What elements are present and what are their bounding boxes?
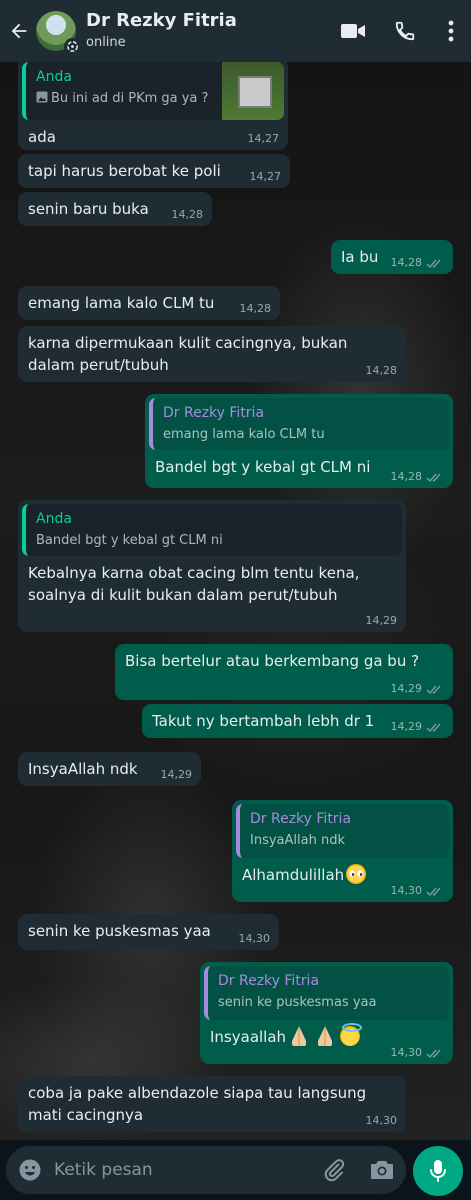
quoted-message[interactable]: Anda Bandel bgt y kebal gt CLM ni	[22, 504, 402, 556]
message-list[interactable]: Anda Bu ini ad di PKm ga ya ? ada 14,27 …	[0, 0, 471, 1140]
quoted-message[interactable]: Dr Rezky Fitria InsyaAllah ndk	[236, 804, 449, 858]
contact-status: online	[86, 35, 126, 50]
message-bubble-outgoing[interactable]: Takut ny bertambah lebh dr 1 14,29	[142, 704, 453, 738]
message-text: karna dipermukaan kulit cacingnya, bukan…	[28, 334, 348, 374]
message-bubble-incoming[interactable]: Anda Bu ini ad di PKm ga ya ? ada 14,27	[18, 58, 288, 150]
attach-button[interactable]	[310, 1146, 358, 1194]
message-text: Kebalnya karna obat cacing blm tentu ken…	[28, 564, 360, 604]
message-time: 14,30	[238, 932, 271, 945]
emoji-button[interactable]	[6, 1146, 54, 1194]
message-text: ada	[28, 128, 56, 146]
message-time: 14,28	[365, 364, 398, 377]
quote-author: Anda	[36, 69, 72, 85]
message-text: Takut ny bertambah lebh dr 1	[152, 712, 375, 730]
message-bubble-incoming[interactable]: senin baru buka 14,28	[18, 192, 212, 226]
video-call-button[interactable]	[327, 0, 379, 62]
message-text: coba ja pake albendazole siapa tau langs…	[28, 1084, 367, 1124]
quote-text: Bandel bgt y kebal gt CLM ni	[36, 533, 223, 548]
back-arrow-icon	[11, 23, 27, 39]
photo-icon	[36, 91, 48, 103]
message-bubble-outgoing[interactable]: Ia bu 14,28	[331, 240, 453, 274]
video-call-icon	[341, 24, 365, 38]
emoji-icon	[19, 1159, 41, 1181]
quote-text: emang lama kalo CLM tu	[163, 427, 325, 442]
double-check-icon	[426, 259, 441, 268]
message-text: InsyaAllah ndk	[28, 760, 138, 778]
quote-author: Dr Rezky Fitria	[163, 405, 265, 421]
folded-hands-emoji	[291, 1026, 308, 1046]
message-bubble-incoming[interactable]: tapi harus berobat ke poli 14,27	[18, 154, 290, 188]
message-time: 14,29	[390, 682, 423, 695]
message-text: senin ke puskesmas yaa	[28, 922, 211, 940]
message-time: 14,28	[171, 208, 204, 221]
input-bar: Ketik pesan	[0, 1140, 471, 1200]
message-bubble-outgoing[interactable]: Bisa bertelur atau berkembang ga bu ? 14…	[115, 644, 453, 700]
folded-hands-emoji	[317, 1026, 334, 1046]
message-bubble-incoming[interactable]: senin ke puskesmas yaa 14,30	[18, 914, 279, 950]
camera-icon	[371, 1161, 393, 1179]
voice-call-button[interactable]	[379, 0, 431, 62]
double-check-icon	[426, 1049, 441, 1058]
quoted-message[interactable]: Dr Rezky Fitria senin ke puskesmas yaa	[204, 966, 449, 1020]
message-text: Alhamdulillah	[242, 866, 345, 884]
double-check-icon	[426, 473, 441, 482]
voice-message-button[interactable]	[413, 1146, 463, 1196]
attach-icon	[324, 1159, 345, 1182]
message-time: 14,28	[239, 302, 272, 315]
message-time: 14,30	[390, 1046, 423, 1059]
message-time: 14,27	[249, 170, 282, 183]
message-time: 14,30	[365, 1114, 398, 1127]
quote-author: Dr Rezky Fitria	[218, 973, 320, 989]
message-composer[interactable]: Ketik pesan	[6, 1146, 406, 1194]
message-bubble-incoming[interactable]: emang lama kalo CLM tu 14,28	[18, 286, 280, 320]
quote-text: InsyaAllah ndk	[250, 833, 345, 848]
chat-header: Dr Rezky Fitria online	[0, 0, 471, 62]
quoted-message[interactable]: Dr Rezky Fitria emang lama kalo CLM tu	[149, 398, 449, 450]
quote-image-thumbnail	[222, 62, 284, 120]
more-vert-icon	[448, 20, 454, 42]
phone-icon	[395, 21, 415, 41]
more-options-button[interactable]	[431, 0, 471, 62]
camera-button[interactable]	[358, 1146, 406, 1194]
message-time: 14,30	[390, 884, 423, 897]
message-text: Bisa bertelur atau berkembang ga bu ?	[125, 652, 420, 670]
contact-info[interactable]: Dr Rezky Fitria online	[86, 10, 327, 52]
message-text: emang lama kalo CLM tu	[28, 294, 215, 312]
double-check-icon	[426, 685, 441, 694]
quote-text: senin ke puskesmas yaa	[218, 995, 377, 1010]
quote-author: Dr Rezky Fitria	[250, 811, 352, 827]
message-text: tapi harus berobat ke poli	[28, 162, 221, 180]
quote-text: Bu ini ad di PKm ga ya ?	[51, 91, 209, 106]
message-time: 14,28	[390, 256, 423, 269]
message-time: 14,28	[390, 470, 423, 483]
mic-icon	[430, 1160, 446, 1182]
status-update-icon	[64, 38, 81, 55]
pleading-face-emoji	[346, 864, 367, 884]
message-time: 14,29	[365, 614, 398, 627]
quote-author: Anda	[36, 511, 72, 527]
back-button[interactable]	[4, 0, 34, 62]
message-input[interactable]: Ketik pesan	[54, 1160, 310, 1180]
message-bubble-incoming[interactable]: coba ja pake albendazole siapa tau langs…	[18, 1076, 406, 1132]
contact-name: Dr Rezky Fitria	[86, 10, 237, 31]
message-time: 14,27	[247, 132, 280, 145]
message-bubble-outgoing[interactable]: Dr Rezky Fitria senin ke puskesmas yaa I…	[200, 962, 453, 1064]
message-bubble-incoming[interactable]: Anda Bandel bgt y kebal gt CLM ni Kebaln…	[18, 500, 406, 632]
double-check-icon	[426, 887, 441, 896]
message-time: 14,29	[160, 768, 193, 781]
message-bubble-incoming[interactable]: InsyaAllah ndk 14,29	[18, 752, 201, 786]
double-check-icon	[426, 723, 441, 732]
quoted-message[interactable]: Anda Bu ini ad di PKm ga ya ?	[22, 62, 284, 120]
message-time: 14,29	[390, 720, 423, 733]
avatar[interactable]	[36, 11, 81, 55]
message-bubble-incoming[interactable]: karna dipermukaan kulit cacingnya, bukan…	[18, 326, 406, 382]
smiling-face-with-halo-emoji	[340, 1023, 363, 1046]
message-text: Ia bu	[341, 248, 379, 266]
message-bubble-outgoing[interactable]: Dr Rezky Fitria InsyaAllah ndk Alhamduli…	[232, 800, 453, 902]
message-text: Insyaallah	[210, 1028, 287, 1046]
message-text: senin baru buka	[28, 200, 149, 218]
message-bubble-outgoing[interactable]: Dr Rezky Fitria emang lama kalo CLM tu B…	[145, 394, 453, 488]
